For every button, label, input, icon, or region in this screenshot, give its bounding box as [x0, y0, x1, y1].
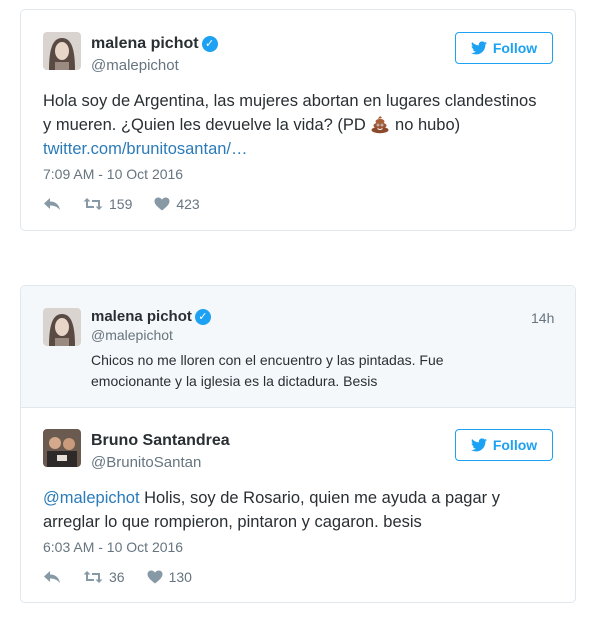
author-name[interactable]: malena pichot ✓ [91, 35, 218, 53]
tweet-link[interactable]: twitter.com/brunitosantan/… [43, 140, 248, 158]
tweet-text-line: @malepichot Holis, soy de Rosario, quien… [43, 486, 563, 510]
retweet-count: 36 [109, 569, 125, 585]
avatar[interactable] [43, 429, 81, 467]
timestamp[interactable]: 6:03 AM - 10 Oct 2016 [43, 539, 183, 555]
retweet-button[interactable]: 36 [83, 569, 125, 585]
tweet-text-line: Hola soy de Argentina, las mujeres abort… [43, 92, 537, 110]
retweet-icon [83, 198, 103, 210]
quoted-avatar[interactable] [43, 308, 81, 346]
tweet-text-segment: Holis, soy de Rosario, quien me ayuda a … [139, 489, 500, 507]
like-count: 423 [176, 196, 200, 212]
like-button[interactable]: 130 [147, 569, 192, 585]
tweet-text: @malepichot Holis, soy de Rosario, quien… [43, 486, 563, 534]
tweet-actions: 36 130 [43, 569, 214, 585]
heart-icon [154, 197, 170, 211]
tweet-card-1: malena pichot ✓ @malepichot Follow Hola s… [20, 9, 576, 231]
retweet-icon [83, 571, 103, 583]
quoted-tweet-age[interactable]: 14h [531, 310, 554, 326]
author-handle[interactable]: @BrunitoSantan [91, 454, 201, 471]
reply-button[interactable] [43, 197, 61, 211]
quoted-text-line: emocionante y la iglesia es la dictadura… [91, 373, 378, 389]
tweet-actions: 159 423 [43, 196, 222, 212]
like-count: 130 [168, 569, 192, 585]
reply-icon [44, 571, 60, 583]
tweet-text-line: y mueren. ¿Quien les devuelve la vida? (… [43, 113, 563, 137]
tweet-text: Hola soy de Argentina, las mujeres abort… [43, 89, 563, 161]
like-button[interactable]: 423 [154, 196, 200, 212]
quoted-tweet[interactable]: malena pichot ✓ @malepichot 14h Chicos no… [21, 286, 575, 408]
reply-button[interactable] [43, 570, 61, 584]
follow-button[interactable]: Follow [455, 429, 553, 461]
quoted-author-name[interactable]: malena pichot ✓ [91, 308, 211, 325]
pile-of-poo-emoji-icon [371, 116, 389, 134]
author-name-text[interactable]: malena pichot [91, 35, 199, 52]
quoted-author-name-text[interactable]: malena pichot [91, 308, 192, 325]
author-handle[interactable]: @malepichot [91, 57, 179, 74]
retweet-button[interactable]: 159 [83, 196, 132, 212]
tweet-card-2: malena pichot ✓ @malepichot 14h Chicos no… [20, 285, 576, 603]
follow-button[interactable]: Follow [455, 32, 553, 64]
mention-link[interactable]: @malepichot [43, 489, 140, 507]
follow-button-label: Follow [492, 437, 538, 453]
quoted-text-line: Chicos no me lloren con el encuentro y l… [91, 352, 444, 368]
timestamp[interactable]: 7:09 AM - 10 Oct 2016 [43, 166, 183, 182]
tweet-text-segment: y mueren. ¿Quien les devuelve la vida? (… [43, 116, 366, 134]
author-name[interactable]: Bruno Santandrea [91, 432, 230, 450]
avatar[interactable] [43, 32, 81, 70]
verified-badge-icon: ✓ [194, 309, 211, 325]
retweet-count: 159 [109, 196, 133, 212]
follow-button-label: Follow [492, 40, 538, 56]
verified-badge-icon: ✓ [201, 36, 218, 52]
quoted-author-handle[interactable]: @malepichot [91, 327, 173, 343]
tweet-text-segment: no hubo) [395, 116, 461, 134]
quoted-tweet-text: Chicos no me lloren con el encuentro y l… [91, 350, 551, 392]
heart-icon [147, 570, 163, 584]
twitter-bird-icon [470, 41, 487, 55]
twitter-bird-icon [470, 438, 487, 452]
tweet-text-line: arreglar lo que rompieron, pintaron y ca… [43, 513, 422, 531]
reply-icon [44, 198, 60, 210]
